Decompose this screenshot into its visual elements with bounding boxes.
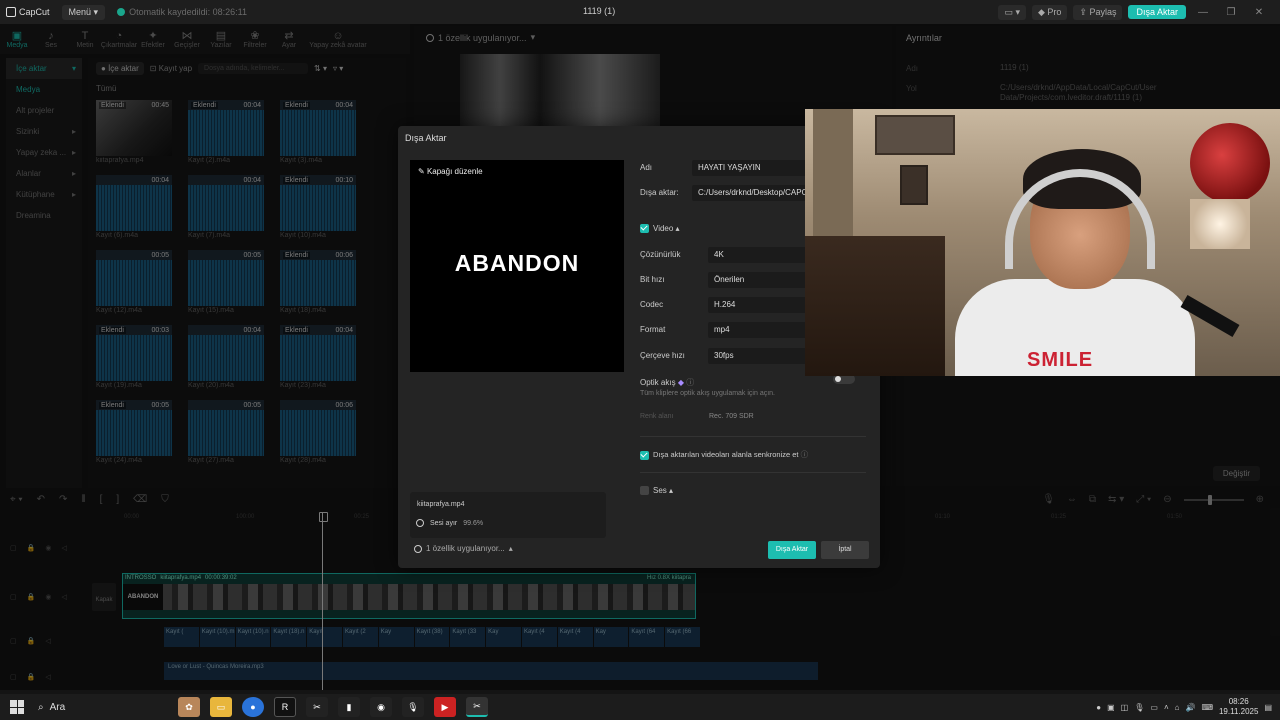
progress-file: kiitaprafya.mp4 xyxy=(417,501,465,508)
tray-app-icon[interactable]: ● xyxy=(1096,703,1101,712)
edit-cover-button[interactable]: ✎ Kapağı düzenle xyxy=(418,167,483,176)
tray-app-icon[interactable]: ◫ xyxy=(1121,703,1129,712)
chevron-up-icon[interactable]: ˄ xyxy=(1164,703,1169,712)
bitrate-label: Bit hızı xyxy=(640,275,665,284)
audio-checkbox[interactable] xyxy=(640,486,649,496)
capcut-app-icon[interactable]: ✂ xyxy=(306,697,328,717)
app-pill-icon[interactable]: ▮ xyxy=(338,697,360,717)
search-icon: ⌕ xyxy=(38,701,44,713)
webcam-red-object xyxy=(1190,123,1270,203)
pro-button[interactable]: ◆ Pro xyxy=(1031,4,1068,20)
microphone-app-icon[interactable]: 🎙 xyxy=(402,697,424,717)
loading-icon xyxy=(416,519,424,527)
webcam-overlay: SMILE xyxy=(805,109,1280,376)
taskbar-search[interactable]: ⌕ Ara xyxy=(38,702,168,713)
layout-button[interactable]: ▭ ▾ xyxy=(998,4,1026,20)
preview-title: ABANDON xyxy=(454,250,580,276)
sync-option[interactable]: Dışa aktarılan videoları alanla senkroni… xyxy=(640,449,808,460)
menu-button[interactable]: Menü ▾ xyxy=(61,4,106,20)
project-title: 1119 (1) xyxy=(583,6,616,16)
video-app-icon[interactable]: ▶ xyxy=(434,697,456,717)
video-checkbox[interactable] xyxy=(640,224,649,234)
minimize-icon[interactable]: — xyxy=(1192,7,1214,18)
info-icon: ⓘ xyxy=(686,378,695,387)
webcam-chair xyxy=(805,236,945,376)
autosave-status: Otomatik kaydedildi: 08:26:11 xyxy=(117,7,247,17)
dialog-title: Dışa Aktar xyxy=(405,133,447,143)
windows-start-icon[interactable] xyxy=(10,700,24,714)
volume-icon[interactable]: 🔊 xyxy=(1185,703,1195,712)
notification-icon[interactable]: ▤ xyxy=(1264,703,1272,712)
taskbar-clock[interactable]: 08:26 19.11.2025 xyxy=(1219,697,1258,717)
export-preview: ✎ Kapağı düzenle ABANDON xyxy=(410,160,624,372)
share-button[interactable]: ⇪ Paylaş xyxy=(1073,4,1123,20)
format-label: Format xyxy=(640,325,666,334)
language-icon[interactable]: ⌨ xyxy=(1201,703,1213,712)
progress-percent: 99.6% xyxy=(463,519,484,527)
color-space-label: Renk alanı xyxy=(640,413,674,420)
obs-icon[interactable]: ◉ xyxy=(370,697,392,717)
optical-flow-desc: Tüm kliplere optik akış uygulamak için a… xyxy=(640,390,775,397)
export-to-label: Dışa aktar: xyxy=(640,188,679,197)
tray-app-icon[interactable]: ▭ xyxy=(1150,703,1158,712)
pro-gem-icon: ◆ xyxy=(677,378,684,387)
autosave-icon xyxy=(117,8,126,16)
webcam-shelf xyxy=(813,109,853,249)
framerate-label: Çerçeve hızı xyxy=(640,351,685,360)
network-icon[interactable]: ⌂ xyxy=(1175,703,1180,712)
webcam-wall-frame xyxy=(900,165,928,205)
close-icon[interactable]: ✕ xyxy=(1248,7,1270,18)
mic-tray-icon[interactable]: 🎙 xyxy=(1134,703,1144,712)
export-button[interactable]: Dışa Aktar xyxy=(768,541,816,559)
webcam-wall-frame xyxy=(875,115,955,155)
capcut-logo-icon xyxy=(6,7,16,17)
webcam-shirt-print: SMILE xyxy=(1027,349,1094,371)
webcam-lamp xyxy=(1190,199,1250,249)
color-space-value: Rec. 709 SDR xyxy=(709,413,754,420)
optical-flow-label: Optik akış ◆ ⓘ xyxy=(640,378,695,387)
divider xyxy=(640,472,866,473)
export-button-top[interactable]: Dışa Aktar xyxy=(1128,5,1186,19)
divider xyxy=(640,436,866,437)
audio-section-toggle[interactable]: Ses ▴ xyxy=(640,486,673,496)
maximize-icon[interactable]: ❐ xyxy=(1220,7,1242,18)
video-section-toggle[interactable]: Video ▴ xyxy=(640,224,680,234)
chrome-icon[interactable]: ● xyxy=(242,697,264,717)
tray-app-icon[interactable]: ▣ xyxy=(1107,703,1115,712)
app-r-icon[interactable]: R xyxy=(274,697,296,717)
loading-icon xyxy=(414,544,422,553)
dialog-status[interactable]: 1 özellik uygulanıyor... ▴ xyxy=(414,544,513,553)
resolution-label: Çözünürlük xyxy=(640,250,681,259)
capcut-active-icon[interactable]: ✂ xyxy=(466,697,488,717)
codec-label: Codec xyxy=(640,300,664,309)
info-icon: ⓘ xyxy=(800,450,809,459)
system-tray: ● ▣ ◫ 🎙 ▭ ˄ ⌂ 🔊 ⌨ 08:26 19.11.2025 ▤ xyxy=(1096,694,1272,720)
sync-checkbox[interactable] xyxy=(640,450,649,460)
title-bar: CapCut Menü ▾ Otomatik kaydedildi: 08:26… xyxy=(0,0,1280,24)
taskbar: ⌕ Ara ✿ ▭ ● R ✂ ▮ ◉ 🎙 ▶ ✂ ● ▣ ◫ 🎙 ▭ ˄ ⌂ 🔊… xyxy=(0,694,1280,720)
app-logo: CapCut xyxy=(6,7,50,17)
name-label: Adı xyxy=(640,163,653,172)
progress-popover: kiitaprafya.mp4 Sesi ayır 99.6% xyxy=(410,492,606,538)
taskbar-widget-icon[interactable]: ✿ xyxy=(178,697,200,717)
file-explorer-icon[interactable]: ▭ xyxy=(210,697,232,717)
cancel-button[interactable]: İptal xyxy=(821,541,869,559)
